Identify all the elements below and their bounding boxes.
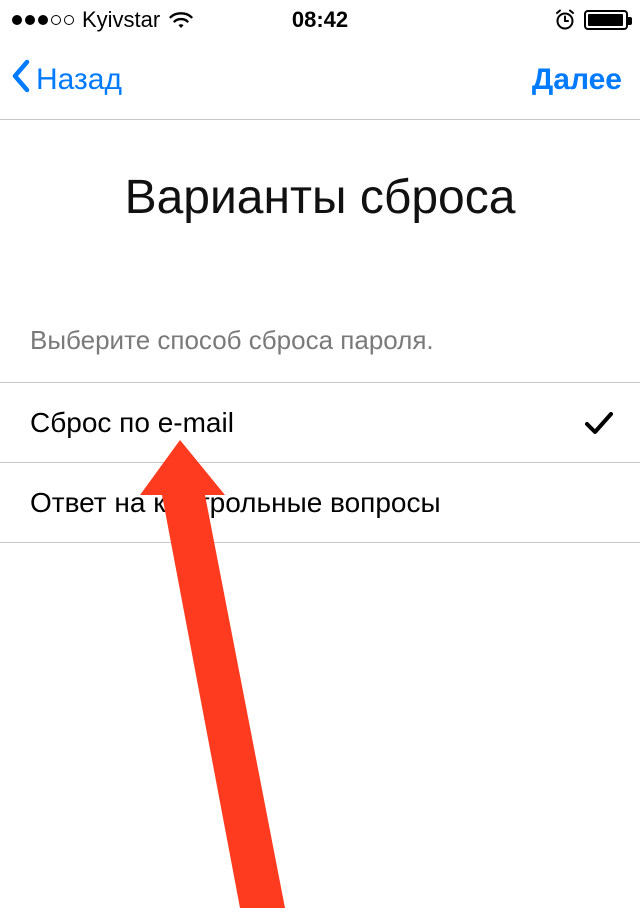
status-bar: Kyivstar 08:42: [0, 0, 640, 40]
options-list: Сброс по e-mail Ответ на контрольные воп…: [0, 382, 640, 543]
alarm-icon: [554, 9, 576, 31]
option-label: Ответ на контрольные вопросы: [30, 487, 441, 519]
next-label: Далее: [532, 63, 622, 96]
instruction-text: Выберите способ сброса пароля.: [0, 325, 640, 382]
navigation-bar: Назад Далее: [0, 40, 640, 120]
content-area: Варианты сброса Выберите способ сброса п…: [0, 120, 640, 543]
back-button[interactable]: Назад: [8, 56, 122, 104]
wifi-icon: [168, 10, 194, 30]
chevron-left-icon: [8, 56, 34, 104]
status-right: [554, 9, 628, 31]
option-security-questions[interactable]: Ответ на контрольные вопросы: [0, 463, 640, 543]
checkmark-icon: [584, 411, 614, 435]
battery-icon: [584, 10, 628, 30]
signal-strength-icon: [12, 15, 74, 25]
next-button[interactable]: Далее: [532, 63, 622, 97]
status-left: Kyivstar: [12, 7, 194, 33]
option-reset-by-email[interactable]: Сброс по e-mail: [0, 383, 640, 463]
page-title: Варианты сброса: [0, 170, 640, 225]
option-label: Сброс по e-mail: [30, 407, 234, 439]
carrier-label: Kyivstar: [82, 7, 160, 33]
status-time: 08:42: [292, 7, 348, 33]
back-label: Назад: [36, 63, 122, 97]
